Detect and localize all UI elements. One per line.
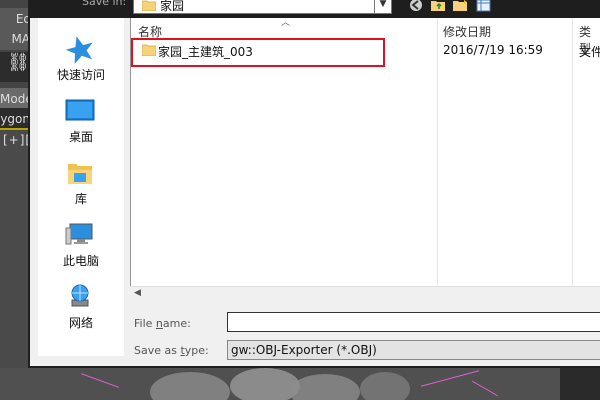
- desktop-icon: [65, 99, 95, 121]
- scene-spline: [420, 370, 480, 387]
- chevron-down-icon[interactable]: ▼: [374, 0, 392, 14]
- place-quick-access[interactable]: 快速访问: [38, 28, 124, 88]
- file-date: 2016/7/19 16:59: [443, 43, 543, 57]
- place-label: 库: [74, 192, 87, 206]
- up-folder-icon[interactable]: [430, 0, 446, 12]
- file-name-label: File name:: [134, 317, 191, 330]
- scene-spline: [81, 373, 119, 388]
- save-dialog: Save in: 家园 ▼ 快速访问 桌面 库 此电脑 网络 ︿ 名称 修改日期…: [28, 0, 600, 368]
- save-in-label: Save in:: [82, 0, 127, 8]
- place-network[interactable]: 网络: [38, 276, 124, 336]
- save-in-dropdown[interactable]: 家园: [133, 0, 389, 14]
- save-in-value: 家园: [160, 0, 185, 13]
- scene-mesh: [360, 372, 410, 400]
- scene-spline: [471, 380, 499, 397]
- place-this-pc[interactable]: 此电脑: [38, 214, 124, 274]
- save-as-type-label: Save as type:: [134, 344, 209, 357]
- scene-mesh: [150, 372, 230, 400]
- annotation-highlight-box: [131, 38, 385, 67]
- file-name-input[interactable]: [227, 312, 600, 332]
- place-label: 桌面: [68, 130, 93, 144]
- back-icon[interactable]: [408, 0, 424, 12]
- viewport-scene[interactable]: [0, 368, 600, 400]
- scene-mesh: [230, 368, 300, 400]
- file-type: 文件: [579, 45, 600, 59]
- save-as-type-dropdown[interactable]: gw::OBJ-Exporter (*.OBJ): [227, 340, 600, 360]
- view-menu-icon[interactable]: [476, 0, 492, 12]
- horizontal-scrollbar[interactable]: ◀: [130, 286, 600, 302]
- folder-icon: [142, 0, 156, 11]
- place-label: 快速访问: [56, 68, 105, 82]
- place-label: 此电脑: [62, 254, 99, 268]
- place-label: 网络: [68, 316, 93, 330]
- new-folder-icon[interactable]: [452, 0, 468, 12]
- network-icon: [71, 284, 89, 307]
- sort-ascending-icon: ︿: [281, 18, 291, 28]
- viewport-corner-widget: [560, 368, 600, 400]
- this-pc-icon: [65, 223, 93, 245]
- scene-mesh: [290, 374, 360, 400]
- place-library[interactable]: 库: [38, 152, 124, 212]
- library-icon: [68, 164, 92, 184]
- dialog-header: Save in: 家园 ▼: [30, 0, 600, 18]
- places-bar: 快速访问 桌面 库 此电脑 网络: [38, 18, 124, 356]
- quick-access-star-icon: [65, 36, 93, 64]
- scroll-left-icon[interactable]: ◀: [134, 288, 141, 298]
- viewport-label[interactable]: [+][: [3, 133, 31, 147]
- place-desktop[interactable]: 桌面: [38, 90, 124, 150]
- file-list[interactable]: ︿ 名称 修改日期 类型 家园_主建筑_003 2016/7/19 16:59 …: [130, 18, 600, 298]
